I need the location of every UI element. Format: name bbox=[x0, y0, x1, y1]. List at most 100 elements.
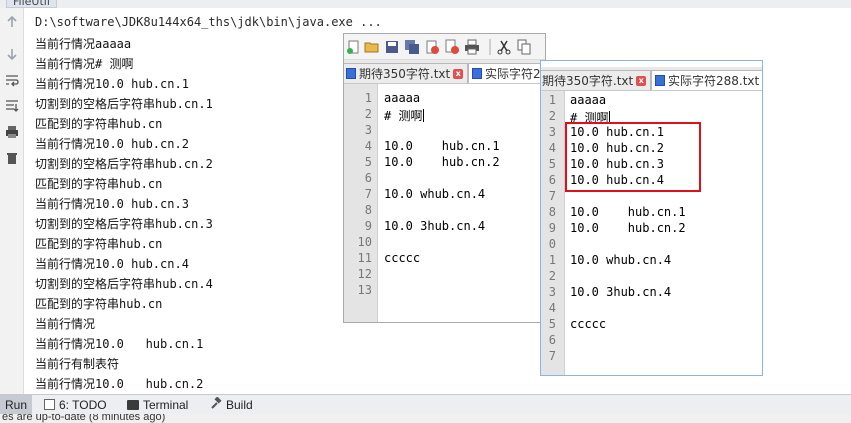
new-file-icon[interactable] bbox=[346, 39, 362, 55]
terminal-tab[interactable]: Terminal bbox=[127, 395, 188, 414]
line-number: 3 bbox=[548, 285, 556, 299]
line-number: 1 bbox=[364, 91, 372, 105]
console-line: 当前行情况10.0 hub.cn.1 bbox=[35, 77, 189, 91]
todo-tab-label: 6: TODO bbox=[59, 397, 107, 412]
code-line: ccccc bbox=[570, 317, 607, 331]
file-icon bbox=[472, 68, 482, 79]
arrow-up-icon[interactable] bbox=[2, 12, 22, 32]
line-number: 4 bbox=[548, 141, 556, 155]
todo-tab[interactable]: 6: TODO bbox=[44, 395, 107, 414]
console-line: 切割到的空格后字符串hub.cn.3 bbox=[35, 217, 213, 231]
terminal-icon bbox=[127, 399, 139, 410]
code-line: # 测啊 bbox=[384, 109, 425, 123]
tab-expected-file[interactable]: 期待350字符.txt x bbox=[344, 63, 469, 83]
trash-icon[interactable] bbox=[2, 148, 22, 168]
status-message-text: es are up-to-date (8 minutes ago) bbox=[2, 414, 166, 423]
line-number: 5 bbox=[548, 157, 556, 171]
line-number: 9 bbox=[364, 219, 372, 233]
notepad-window-expected: 期待350字符.txt x 实际字符2 1 2 3 4 5 6 7 8 9 10… bbox=[343, 33, 546, 323]
highlight-annotation-box bbox=[565, 122, 701, 192]
line-number: 1 bbox=[548, 253, 556, 267]
tab-actual-file[interactable]: 实际字符288.txt bbox=[651, 70, 762, 90]
file-icon bbox=[346, 68, 356, 79]
notepad-window-actual: 期待350字符.txt x 实际字符288.txt 1 2 3 4 5 6 7 … bbox=[540, 60, 763, 376]
line-number: 7 bbox=[548, 349, 556, 363]
close-icon[interactable]: x bbox=[453, 68, 464, 79]
line-number: 4 bbox=[364, 139, 372, 153]
line-number: 7 bbox=[548, 189, 556, 203]
code-line: 10.0 hub.cn.2 bbox=[384, 155, 500, 169]
print-icon[interactable] bbox=[2, 122, 22, 142]
close-icon[interactable]: x bbox=[636, 75, 647, 86]
code-line: aaaaa bbox=[570, 93, 607, 107]
soft-wrap-icon[interactable] bbox=[2, 70, 22, 90]
scroll-to-end-icon[interactable] bbox=[2, 96, 22, 116]
console-line: 当前行情况10.0 hub.cn.2 bbox=[35, 377, 204, 391]
run-tool-gutter bbox=[0, 8, 24, 394]
console-line: 切割到的空格后字符串hub.cn.4 bbox=[35, 277, 213, 291]
line-number: 12 bbox=[357, 267, 372, 281]
save-icon[interactable] bbox=[384, 39, 400, 55]
editor-text-area[interactable]: aaaaa # 测啊 10.0 hub.cn.1 10.0 hub.cn.2 1… bbox=[565, 91, 762, 375]
close-file-icon[interactable] bbox=[424, 39, 440, 55]
line-number: 1 bbox=[548, 93, 556, 107]
line-number: 8 bbox=[364, 203, 372, 217]
print-icon[interactable] bbox=[464, 39, 480, 55]
line-number: 9 bbox=[548, 221, 556, 235]
code-line: 10.0 hub.cn.1 bbox=[570, 205, 686, 219]
code-line: 10.0 hub.cn.2 bbox=[570, 221, 686, 235]
code-line: 10.0 3hub.cn.4 bbox=[384, 219, 486, 233]
console-line: 切割到的空格后字符串hub.cn.1 bbox=[35, 97, 213, 111]
line-number: 0 bbox=[548, 237, 556, 251]
line-number: 7 bbox=[364, 187, 372, 201]
arrow-down-icon[interactable] bbox=[2, 44, 22, 64]
line-number: 2 bbox=[364, 107, 372, 121]
editor-text-area[interactable]: aaaaa # 测啊 10.0 hub.cn.1 10.0 hub.cn.2 1… bbox=[384, 84, 545, 322]
tab-expected-file[interactable]: 期待350字符.txt x bbox=[541, 70, 652, 90]
cut-icon[interactable] bbox=[496, 39, 512, 55]
console-line: 当前行情况10.0 hub.cn.4 bbox=[35, 257, 189, 271]
code-line: 10.0 whub.cn.4 bbox=[384, 187, 486, 201]
code-line: 10.0 whub.cn.4 bbox=[570, 253, 672, 267]
console-line: 当前行情况# 测啊 bbox=[35, 57, 134, 71]
line-number: 3 bbox=[364, 123, 372, 137]
terminal-tab-label: Terminal bbox=[143, 397, 189, 412]
code-line: 10.0 3hub.cn.4 bbox=[570, 285, 672, 299]
console-line: 当前行情况aaaaa bbox=[35, 37, 132, 51]
line-number: 5 bbox=[548, 317, 556, 331]
line-number: 2 bbox=[548, 109, 556, 123]
line-number: 4 bbox=[548, 301, 556, 315]
build-tab[interactable]: Build bbox=[210, 395, 253, 414]
console-line: 当前行情况10.0 hub.cn.2 bbox=[35, 137, 189, 151]
line-number: 6 bbox=[548, 333, 556, 347]
tab-label: 期待350字符.txt bbox=[359, 67, 451, 81]
console-line: 匹配到的字符串hub.cn bbox=[35, 117, 163, 131]
hammer-icon bbox=[210, 396, 222, 412]
line-number: 3 bbox=[548, 125, 556, 139]
notepad-toolbar bbox=[344, 34, 545, 60]
console-line: 当前行情况10.0 hub.cn.1 bbox=[35, 337, 204, 351]
copy-icon[interactable] bbox=[516, 39, 532, 55]
console-line: 当前行有制表符 bbox=[35, 357, 120, 371]
tab-actual-file[interactable]: 实际字符2 bbox=[468, 63, 545, 83]
file-tab[interactable]: FileUtil bbox=[6, 0, 57, 8]
line-number: 6 bbox=[364, 171, 372, 185]
toolbar-separator bbox=[489, 39, 491, 55]
tool-window-bar: Run 6: TODO Terminal Build bbox=[0, 394, 851, 414]
open-folder-icon[interactable] bbox=[364, 39, 380, 55]
line-number: 11 bbox=[357, 251, 372, 265]
console-line: 当前行情况10.0 hub.cn.3 bbox=[35, 197, 189, 211]
code-line: aaaaa bbox=[384, 91, 421, 105]
save-all-icon[interactable] bbox=[404, 39, 420, 55]
file-icon bbox=[655, 75, 665, 86]
notepad-tab-bar: 期待350字符.txt x 实际字符288.txt bbox=[541, 67, 762, 91]
console-line: 匹配到的字符串hub.cn bbox=[35, 297, 163, 311]
line-number-gutter: 1 2 3 4 5 6 7 8 9 10 11 12 13 bbox=[344, 84, 378, 322]
text-caret bbox=[423, 109, 425, 122]
line-number-gutter: 1 2 3 4 5 6 7 8 9 0 1 2 3 4 5 6 7 bbox=[541, 91, 565, 375]
tab-label: 期待350字符.txt bbox=[542, 74, 634, 88]
run-tab[interactable]: Run bbox=[0, 395, 33, 414]
build-tab-label: Build bbox=[226, 397, 253, 412]
run-tab-label: Run bbox=[5, 397, 28, 412]
close-all-icon[interactable] bbox=[444, 39, 460, 55]
